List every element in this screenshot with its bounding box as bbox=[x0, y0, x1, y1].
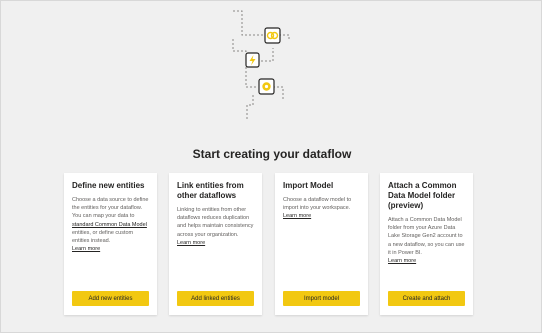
card-description: Choose a dataflow model to import into y… bbox=[283, 197, 352, 212]
standard-cdm-link[interactable]: standard Common Data Model bbox=[72, 222, 147, 228]
import-model-button[interactable]: Import model bbox=[283, 291, 360, 306]
card-attach-cdm-folder: Attach a Common Data Model folder (previ… bbox=[380, 173, 473, 315]
card-description: Attach a Common Data Model folder from y… bbox=[388, 217, 465, 256]
connector-line bbox=[245, 67, 258, 88]
description-text: Choose a data source to define the entit… bbox=[72, 197, 149, 220]
connector-line bbox=[246, 95, 254, 121]
lightning-icon bbox=[245, 52, 260, 68]
description-text: entities, or define custom entities inst… bbox=[72, 229, 134, 245]
learn-more-link[interactable]: Learn more bbox=[283, 212, 360, 220]
card-description: Choose a data source to define the entit… bbox=[72, 196, 149, 245]
card-link-entities: Link entities from other dataflows Linki… bbox=[169, 173, 262, 315]
card-title: Define new entities bbox=[72, 181, 145, 190]
link-icon bbox=[264, 27, 281, 44]
card-description: Linking to entities from other dataflows… bbox=[177, 207, 254, 238]
learn-more-link[interactable]: Learn more bbox=[72, 245, 149, 253]
page-title: Start creating your dataflow bbox=[192, 147, 352, 161]
add-new-entities-button[interactable]: Add new entities bbox=[72, 291, 149, 306]
learn-more-link[interactable]: Learn more bbox=[177, 239, 254, 247]
add-linked-entities-button[interactable]: Add linked entities bbox=[177, 291, 254, 306]
connector-line bbox=[232, 39, 247, 60]
dataflow-illustration bbox=[232, 10, 290, 121]
card-title: Attach a Common Data Model folder (previ… bbox=[388, 181, 457, 210]
learn-more-link[interactable]: Learn more bbox=[388, 257, 465, 265]
create-and-attach-button[interactable]: Create and attach bbox=[388, 291, 465, 306]
card-import-model: Import Model Choose a dataflow model to … bbox=[275, 173, 368, 315]
connector-line bbox=[233, 10, 263, 36]
gear-icon bbox=[258, 78, 275, 95]
card-title: Import Model bbox=[283, 181, 334, 190]
card-title: Link entities from other dataflows bbox=[177, 181, 244, 200]
card-define-new-entities: Define new entities Choose a data source… bbox=[64, 173, 157, 315]
